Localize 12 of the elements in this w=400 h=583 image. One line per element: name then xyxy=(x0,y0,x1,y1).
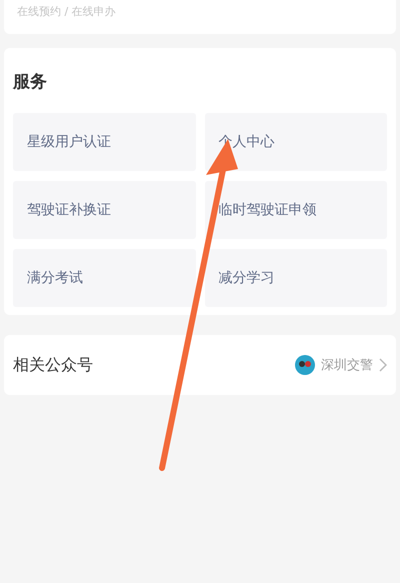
section-title: 服务 xyxy=(13,71,48,93)
service-tile[interactable]: 星级用户认证 xyxy=(13,113,196,171)
subtitle: 在线预约 / 在线申办 xyxy=(17,5,116,19)
accounts-row[interactable]: 相关公众号 深圳交警 xyxy=(4,335,396,395)
service-tile[interactable]: 临时驾驶证申领 xyxy=(204,181,387,239)
section-title: 相关公众号 xyxy=(13,354,94,376)
chevron-right-icon xyxy=(379,358,387,372)
service-tile[interactable]: 减分学习 xyxy=(204,249,387,307)
service-tile[interactable]: 驾驶证补换证 xyxy=(13,181,196,239)
account-link[interactable]: 深圳交警 xyxy=(295,355,387,375)
account-avatar-icon xyxy=(295,355,315,375)
service-tile[interactable]: 满分考试 xyxy=(13,249,196,307)
